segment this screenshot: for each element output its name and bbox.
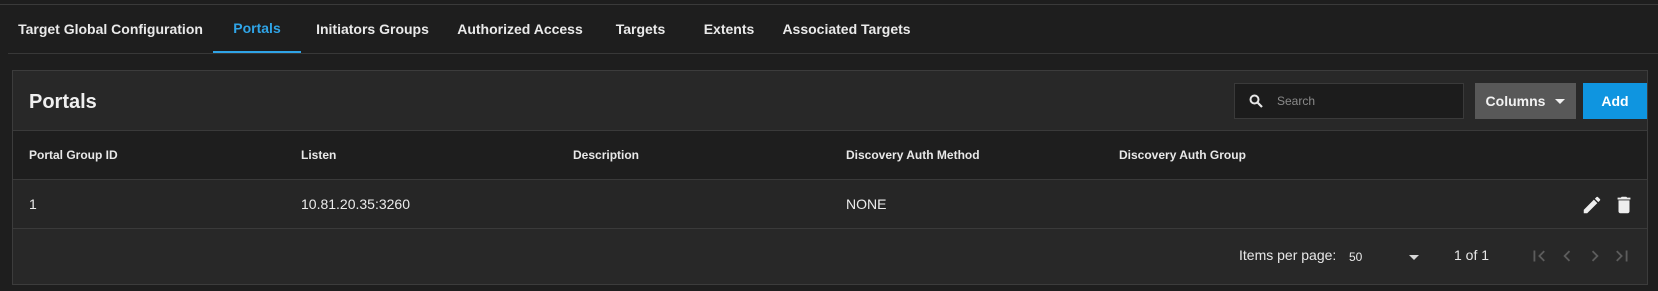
portals-card: Portals Columns Add Portal Group ID List… [12,70,1648,285]
delete-icon[interactable] [1613,194,1635,216]
columns-button[interactable]: Columns [1475,83,1576,119]
cell-discovery-auth-method: NONE [846,196,887,212]
page-size-select[interactable]: 50 [1349,239,1423,275]
tab-extents[interactable]: Extents [685,5,773,53]
paginator: Items per page: 50 1 of 1 [13,229,1647,284]
search-box[interactable] [1234,83,1464,119]
header-discovery-auth-group[interactable]: Discovery Auth Group [1119,131,1246,179]
chevron-down-icon [1555,98,1566,104]
table-header: Portal Group ID Listen Description Disco… [13,130,1647,180]
header-portal-group-id[interactable]: Portal Group ID [29,131,118,179]
row-actions [1581,194,1635,216]
search-icon [1249,94,1263,108]
cell-portal-group-id: 1 [29,196,37,212]
header-listen[interactable]: Listen [301,131,336,179]
columns-button-label: Columns [1485,93,1546,109]
tab-associated-targets[interactable]: Associated Targets [773,5,920,53]
next-page-icon[interactable] [1584,245,1606,267]
last-page-icon[interactable] [1611,245,1633,267]
first-page-icon[interactable] [1528,245,1550,267]
chevron-down-icon [1409,255,1419,260]
header-discovery-auth-method[interactable]: Discovery Auth Method [846,131,980,179]
tab-portals[interactable]: Portals [213,5,301,53]
tab-initiators-groups[interactable]: Initiators Groups [301,5,444,53]
card-title: Portals [29,91,97,113]
items-per-page-label: Items per page: [1239,247,1337,263]
tab-bar: Target Global Configuration Portals Init… [8,5,1658,54]
cell-listen: 10.81.20.35:3260 [301,196,410,212]
table-row[interactable]: 1 10.81.20.35:3260 NONE [13,180,1647,229]
header-description[interactable]: Description [573,131,639,179]
tab-authorized-access[interactable]: Authorized Access [444,5,596,53]
search-input[interactable] [1275,93,1449,109]
add-button[interactable]: Add [1583,83,1647,119]
edit-icon[interactable] [1581,194,1603,216]
tab-targets[interactable]: Targets [596,5,685,53]
tab-target-global-configuration[interactable]: Target Global Configuration [8,5,213,53]
page-range-label: 1 of 1 [1454,247,1490,263]
previous-page-icon[interactable] [1556,245,1578,267]
page-size-value: 50 [1349,250,1363,264]
